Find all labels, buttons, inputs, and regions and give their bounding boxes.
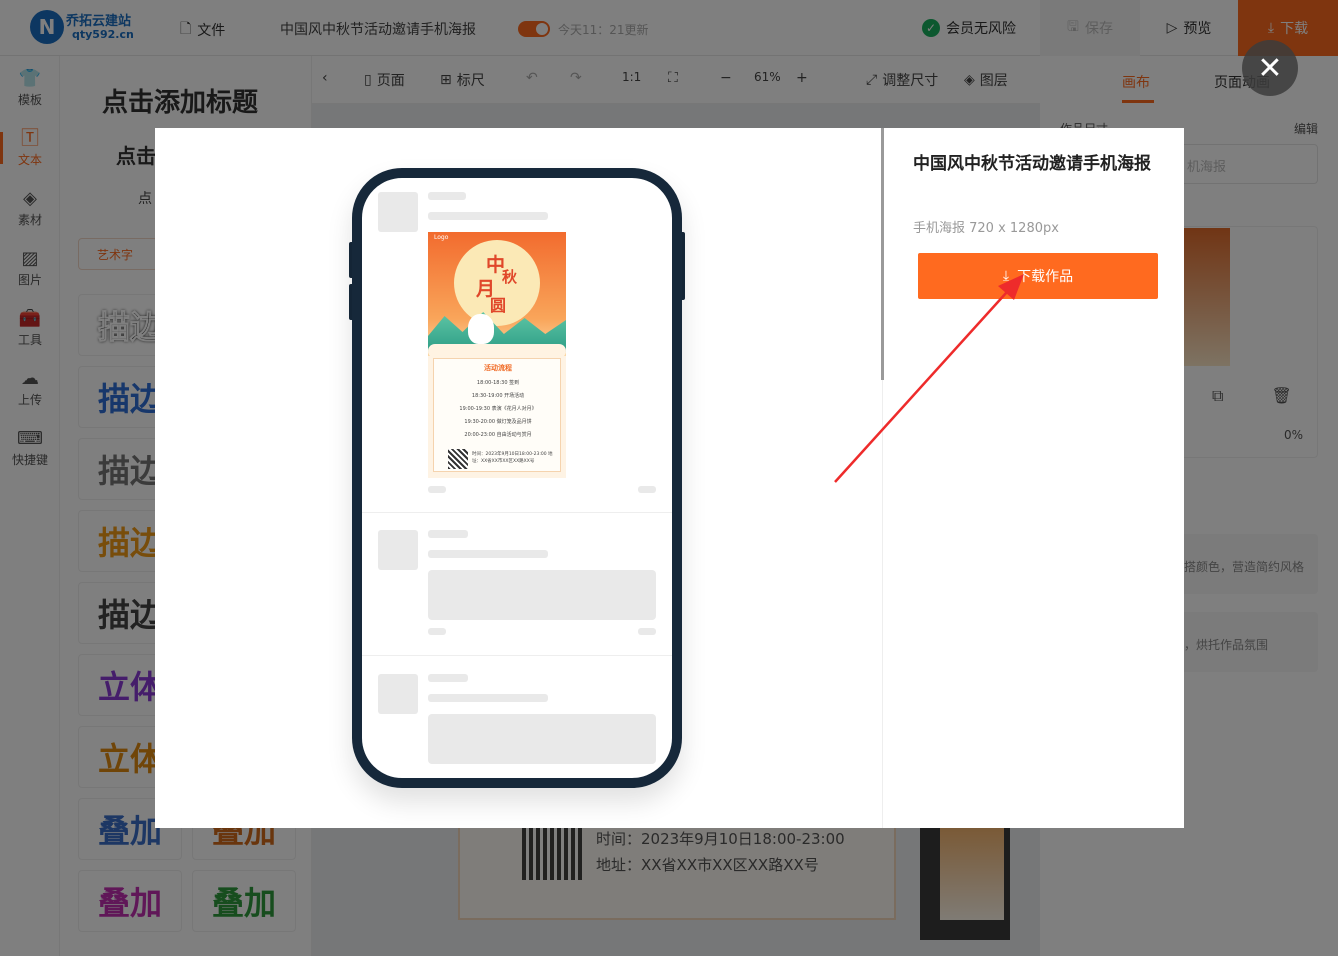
feed-divider bbox=[362, 655, 672, 656]
schedule-row: 18:00-18:30 签到 bbox=[476, 380, 520, 386]
feed-divider bbox=[362, 512, 672, 513]
rabbit-shape bbox=[468, 314, 494, 344]
poster-qr-code bbox=[448, 449, 468, 469]
close-icon[interactable]: ✕ bbox=[1242, 40, 1298, 96]
poster-preview[interactable]: Logo 中 秋 月 圆 活动流程 18:00-18:30 签到 18:30-1… bbox=[428, 232, 566, 478]
avatar-placeholder bbox=[378, 530, 418, 570]
modal-title: 中国风中秋节活动邀请手机海报 bbox=[913, 154, 1151, 174]
phone-mockup: Logo 中 秋 月 圆 活动流程 18:00-18:30 签到 18:30-1… bbox=[352, 168, 682, 788]
schedule-row: 18:30-19:00 开场活动 bbox=[471, 393, 525, 399]
schedule-row: 20:00-23:00 自由活动与赏月 bbox=[464, 432, 532, 438]
cloud-shape bbox=[428, 344, 566, 358]
poster-schedule: 活动流程 18:00-18:30 签到 18:30-19:00 开场活动 19:… bbox=[433, 358, 561, 472]
text-placeholder bbox=[428, 550, 548, 558]
text-placeholder bbox=[638, 628, 656, 635]
poster-footer: 时间：2023年9月10日18:00-23:00 地址：XX省XX市XX区XX路… bbox=[472, 452, 553, 464]
poster-logo: Logo bbox=[434, 234, 449, 241]
modal-subtitle: 手机海报 720 x 1280px bbox=[913, 221, 1059, 236]
content-placeholder bbox=[428, 714, 656, 764]
poster-title-char: 秋 bbox=[502, 268, 518, 286]
text-placeholder bbox=[428, 674, 468, 682]
text-placeholder bbox=[428, 212, 548, 220]
text-placeholder bbox=[428, 530, 468, 538]
poster-title-char: 圆 bbox=[490, 296, 507, 315]
avatar-placeholder bbox=[378, 192, 418, 232]
schedule-title: 活动流程 bbox=[484, 364, 512, 372]
text-placeholder bbox=[428, 192, 466, 200]
text-placeholder bbox=[428, 628, 446, 635]
text-placeholder bbox=[638, 486, 656, 493]
schedule-row: 19:00-19:30 表演《花月人对月》 bbox=[459, 406, 537, 412]
avatar-placeholder bbox=[378, 674, 418, 714]
text-placeholder bbox=[428, 694, 548, 702]
content-placeholder bbox=[428, 570, 656, 620]
arrow-shaft bbox=[834, 281, 1017, 483]
annotation-arrow bbox=[834, 274, 1024, 483]
schedule-row: 19:30-20:00 做灯笼及品月饼 bbox=[464, 419, 532, 425]
text-placeholder bbox=[428, 486, 446, 493]
